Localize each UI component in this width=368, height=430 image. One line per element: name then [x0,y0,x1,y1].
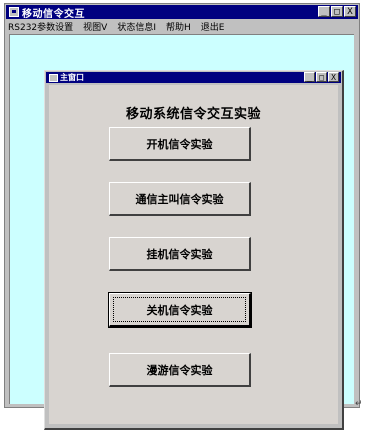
roaming-signaling-button[interactable]: 漫游信令实验 [109,353,251,387]
child-window-controls: _ □ X [304,72,339,82]
app-window-icon [9,7,19,17]
menu-rs232-settings[interactable]: RS232参数设置 [6,20,78,33]
app-title: 移动信令交互 [22,8,85,20]
menu-bar: RS232参数设置 视图V 状态信息I 帮助H 退出E [6,20,358,33]
app-titlebar[interactable]: 移动信令交互 _ □ X [6,5,358,20]
menu-view[interactable]: 视图V [78,20,112,33]
power-on-signaling-button[interactable]: 开机信令实验 [109,127,251,161]
child-titlebar[interactable]: 主窗口 _ □ X [46,72,341,83]
menu-help[interactable]: 帮助H [161,20,196,33]
app-window: 移动信令交互 _ □ X RS232参数设置 视图V 状态信息I 帮助H 退出E… [4,3,360,430]
mdi-client-area: 主窗口 _ □ X 移动系统信令交互实验 开机信令实验 通信主叫信令实验 挂机信… [9,34,354,430]
page-heading: 移动系统信令交互实验 [125,107,261,122]
maximize-button[interactable]: □ [331,6,343,17]
main-child-window: 主窗口 _ □ X 移动系统信令交互实验 开机信令实验 通信主叫信令实验 挂机信… [44,70,344,430]
child-maximize-button[interactable]: □ [316,72,327,82]
calling-signaling-button[interactable]: 通信主叫信令实验 [109,182,251,216]
app-window-controls: _ □ X [318,6,356,17]
child-close-button[interactable]: X [328,72,339,82]
menu-exit[interactable]: 退出E [196,20,230,33]
paragraph-mark: ↵ [355,399,363,409]
child-minimize-button[interactable]: _ [304,72,315,82]
close-button[interactable]: X [344,6,356,17]
power-off-signaling-button[interactable]: 关机信令实验 [108,292,252,328]
child-window-icon [49,73,58,82]
child-client-area: 移动系统信令交互实验 开机信令实验 通信主叫信令实验 挂机信令实验 关机信令实验… [49,85,338,424]
child-title: 主窗口 [60,73,84,82]
minimize-button[interactable]: _ [318,6,330,17]
menu-status-info[interactable]: 状态信息I [112,20,161,33]
hang-up-signaling-button[interactable]: 挂机信令实验 [109,237,251,271]
